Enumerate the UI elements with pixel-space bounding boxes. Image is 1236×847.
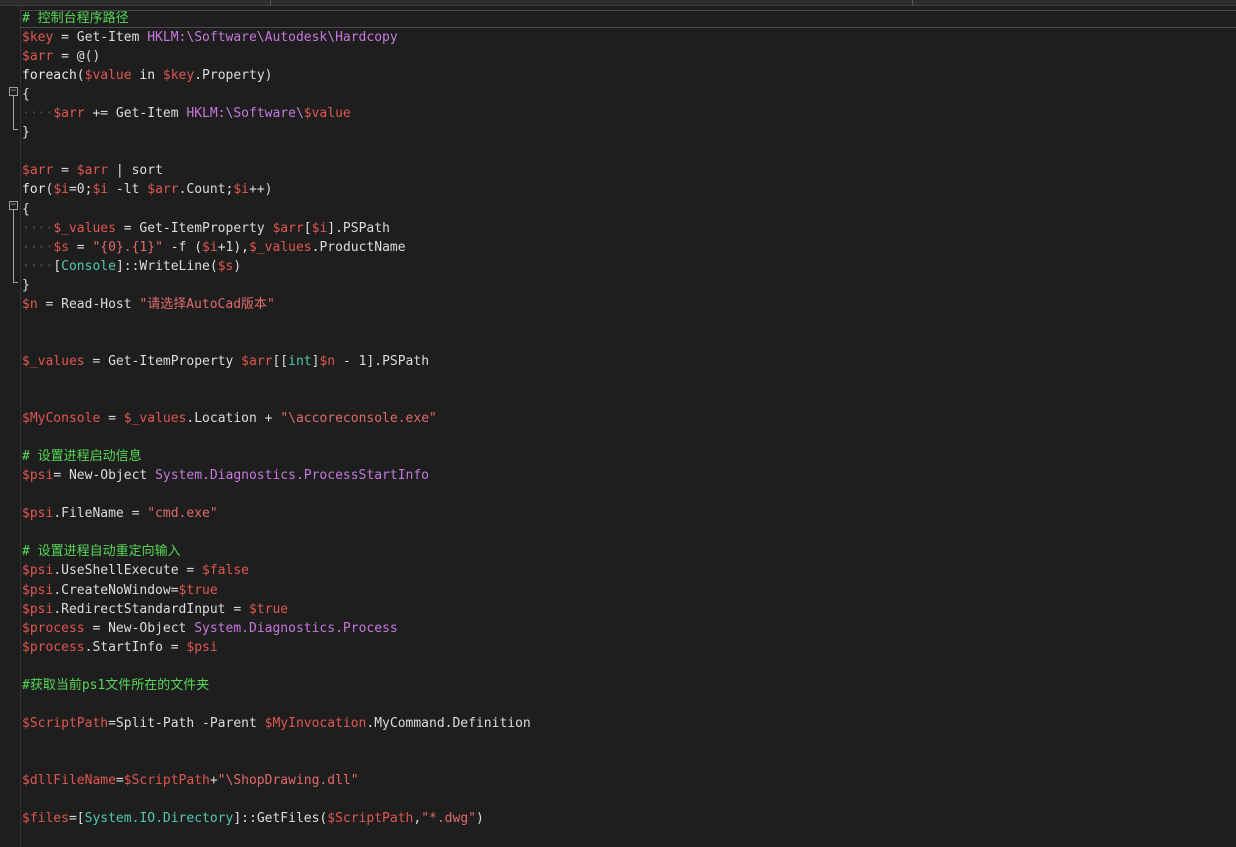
code-line[interactable]: $MyConsole = $_values.Location + "\accor…	[22, 409, 437, 428]
code-line[interactable]: # 控制台程序路径	[22, 9, 129, 28]
code-line[interactable]: $n = Read-Host "请选择AutoCad版本"	[22, 295, 275, 314]
fold-guide	[13, 210, 14, 282]
code-line[interactable]: }	[22, 276, 30, 295]
code-editor[interactable]: − − # 控制台程序路径 $key = Get-Item HKLM:\Softw…	[0, 5, 1236, 847]
fold-guide-end	[13, 129, 18, 130]
current-line-highlight	[20, 10, 1236, 28]
fold-guide-end	[13, 282, 18, 283]
code-line[interactable]: ····[Console]::WriteLine($s)	[22, 257, 241, 276]
code-line[interactable]: $_values = Get-ItemProperty $arr[[int]$n…	[22, 352, 429, 371]
code-line[interactable]: {	[22, 85, 30, 104]
code-line[interactable]: $files=[System.IO.Directory]::GetFiles($…	[22, 809, 484, 828]
code-line[interactable]: #获取当前ps1文件所在的文件夹	[22, 676, 209, 695]
code-line[interactable]: $psi.UseShellExecute = $false	[22, 561, 249, 580]
fold-guide	[13, 96, 14, 129]
code-line[interactable]: for($i=0;$i -lt $arr.Count;$i++)	[22, 180, 273, 199]
fold-toggle-icon[interactable]: −	[9, 87, 18, 96]
code-line[interactable]: $dllFileName=$ScriptPath+"\ShopDrawing.d…	[22, 771, 359, 790]
gutter-divider	[20, 5, 21, 847]
code-line[interactable]: # 设置进程启动信息	[22, 447, 142, 466]
code-line[interactable]: # 设置进程自动重定向输入	[22, 542, 181, 561]
code-line[interactable]: ····$arr += Get-Item HKLM:\Software\$val…	[22, 104, 351, 123]
code-line[interactable]: {	[22, 200, 30, 219]
code-line[interactable]: $process = New-Object System.Diagnostics…	[22, 619, 398, 638]
code-line[interactable]: $psi= New-Object System.Diagnostics.Proc…	[22, 466, 429, 485]
code-line[interactable]: $psi.FileName = "cmd.exe"	[22, 504, 218, 523]
fold-toggle-icon[interactable]: −	[9, 201, 18, 210]
code-line[interactable]: $arr = $arr | sort	[22, 161, 163, 180]
code-line[interactable]: $process.StartInfo = $psi	[22, 638, 218, 657]
code-line[interactable]: $key = Get-Item HKLM:\Software\Autodesk\…	[22, 28, 398, 47]
code-line[interactable]: foreach($value in $key.Property)	[22, 66, 273, 85]
code-line[interactable]: ····$_values = Get-ItemProperty $arr[$i]…	[22, 219, 390, 238]
code-line[interactable]: $arr = @()	[22, 47, 100, 66]
code-line[interactable]: }	[22, 123, 30, 142]
code-line[interactable]: $psi.RedirectStandardInput = $true	[22, 600, 288, 619]
code-line[interactable]: $ScriptPath=Split-Path -Parent $MyInvoca…	[22, 714, 531, 733]
code-line[interactable]: $psi.CreateNoWindow=$true	[22, 581, 218, 600]
code-line[interactable]: ····$s = "{0}.{1}" -f ($i+1),$_values.Pr…	[22, 238, 406, 257]
